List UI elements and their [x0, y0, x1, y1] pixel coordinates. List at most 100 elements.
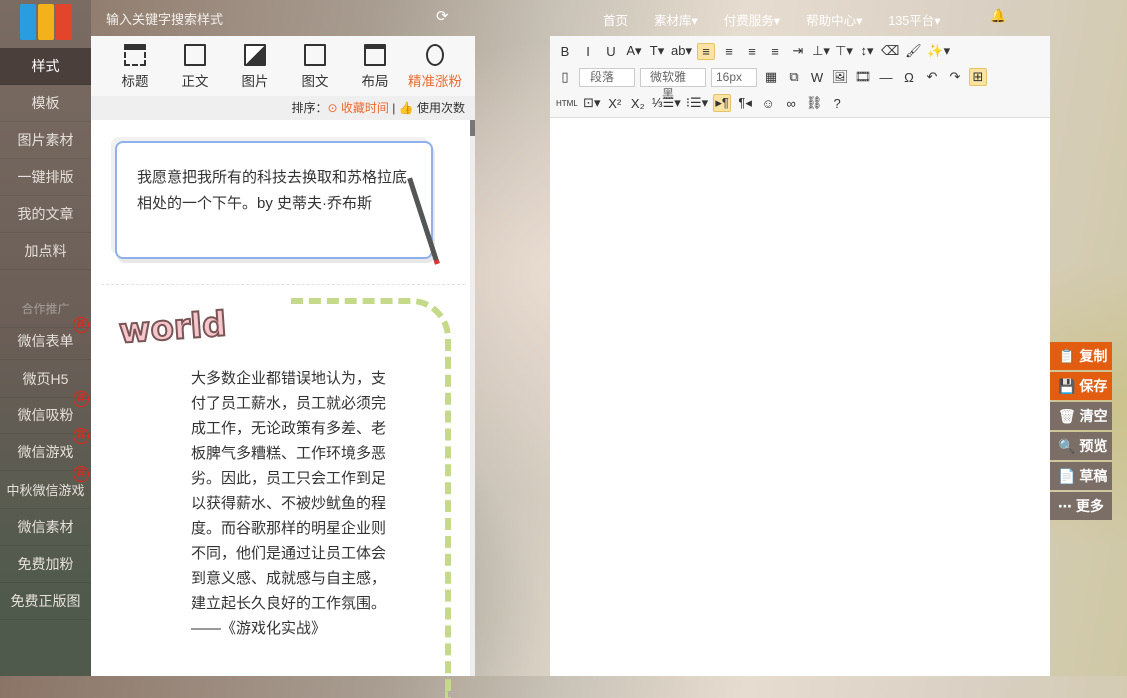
recommend-badge: 荐: [73, 466, 89, 482]
sidebar-item-free-images[interactable]: 免费正版图: [0, 583, 91, 620]
bell-icon[interactable]: 🔔: [990, 8, 1006, 24]
table-icon[interactable]: ▦: [762, 69, 780, 85]
sidebar: 样式 模板 图片素材 一键排版 我的文章 加点料 合作推广 微信表单荐 微页H5…: [0, 0, 91, 676]
top-bar: 输入关键字搜索样式 ⟳ 首页 素材库▾ 付费服务▾ 帮助中心▾ 135平台▾ 🔔: [91, 0, 1127, 36]
word-icon[interactable]: W: [808, 70, 826, 85]
unordered-list-icon[interactable]: ⁝☰▾: [686, 95, 708, 111]
sidebar-item-templates[interactable]: 模板: [0, 85, 91, 122]
top-nav: 首页 素材库▾ 付费服务▾ 帮助中心▾ 135平台▾: [603, 10, 967, 29]
magic-icon[interactable]: ✨▾: [927, 43, 950, 59]
ordered-list-icon[interactable]: ⅓☰▾: [652, 95, 681, 111]
bold-icon[interactable]: B: [556, 44, 574, 59]
sidebar-item-midautumn-games[interactable]: 中秋微信游戏荐: [0, 472, 91, 509]
preview-button[interactable]: 🔍 预览: [1050, 432, 1112, 460]
label: 布局: [362, 74, 389, 89]
paragraph-select[interactable]: 段落: [579, 68, 635, 87]
template-icon[interactable]: ⊡▾: [583, 95, 601, 111]
search-input[interactable]: 输入关键字搜索样式: [106, 9, 223, 28]
rtl-icon[interactable]: ¶◂: [736, 95, 754, 111]
sidebar-item-styles[interactable]: 样式: [0, 48, 91, 85]
style-card-article[interactable]: 大多数企业都错误地认为，支付了员工薪水，员工就必须完成工作，无论政策有多差、老板…: [191, 366, 391, 641]
sidebar-item-images[interactable]: 图片素材: [0, 122, 91, 159]
html-icon[interactable]: HTML: [556, 99, 578, 108]
scrollbar[interactable]: [470, 120, 475, 676]
tab-body[interactable]: 正文: [165, 36, 225, 96]
help-icon[interactable]: ?: [828, 96, 846, 111]
font-color-icon[interactable]: A▾: [625, 43, 643, 59]
image-text-icon: [304, 44, 326, 66]
sidebar-item-my-articles[interactable]: 我的文章: [0, 196, 91, 233]
emoji-icon[interactable]: ☺: [759, 96, 777, 111]
tab-layout[interactable]: 布局: [345, 36, 405, 96]
insert-frame-icon[interactable]: ⊞: [969, 68, 987, 86]
video-icon[interactable]: 🎞: [854, 69, 872, 85]
italic-icon[interactable]: I: [579, 44, 597, 59]
line-height-icon[interactable]: ↕▾: [858, 43, 876, 59]
link-icon[interactable]: ∞: [782, 96, 800, 111]
label: 微信素材: [18, 519, 74, 535]
font-size-select[interactable]: 16px: [711, 68, 757, 87]
insert-image-icon[interactable]: ⧉: [785, 69, 803, 85]
indent-icon[interactable]: ⇥: [789, 43, 807, 59]
align-center-icon[interactable]: ≡: [720, 44, 738, 59]
redo-icon[interactable]: ↷: [946, 69, 964, 85]
bg-color-icon[interactable]: T▾: [648, 43, 666, 59]
eraser-icon[interactable]: ⌫: [881, 43, 899, 59]
tab-title[interactable]: 标题: [105, 36, 165, 96]
underline-icon[interactable]: U: [602, 44, 620, 59]
divider: |: [389, 101, 399, 115]
copy-icon: 📋: [1058, 348, 1075, 364]
nav-platform[interactable]: 135平台▾: [888, 10, 940, 29]
sidebar-item-wechat-form[interactable]: 微信表单荐: [0, 323, 91, 360]
draft-button[interactable]: 📄 草稿: [1050, 462, 1112, 490]
sidebar-item-extras[interactable]: 加点料: [0, 233, 91, 270]
new-doc-icon[interactable]: ▯: [556, 69, 574, 85]
image-icon[interactable]: 🖼: [831, 69, 849, 85]
label: 精准涨粉: [408, 74, 462, 89]
sort-by-usage[interactable]: 👍 使用次数: [399, 101, 465, 115]
label: 清空: [1080, 408, 1108, 424]
nav-help[interactable]: 帮助中心▾: [806, 10, 862, 29]
recommend-badge: 荐: [73, 391, 89, 407]
label: 微信吸粉: [18, 407, 74, 423]
sidebar-item-games[interactable]: 微信游戏荐: [0, 434, 91, 471]
sidebar-item-one-click[interactable]: 一键排版: [0, 159, 91, 196]
align-left-icon[interactable]: ≡: [697, 43, 715, 60]
undo-icon[interactable]: ↶: [923, 69, 941, 85]
layout-icon: [364, 44, 386, 66]
divider: [101, 284, 465, 285]
format-brush-icon[interactable]: 🖌: [904, 43, 922, 59]
tab-image-text[interactable]: 图文: [285, 36, 345, 96]
label: 微页H5: [23, 371, 69, 387]
special-char-icon[interactable]: Ω: [900, 70, 918, 85]
more-button[interactable]: ⋯ 更多: [1050, 492, 1112, 520]
article-text: 大多数企业都错误地认为，支付了员工薪水，员工就必须完成工作，无论政策有多差、老板…: [191, 366, 391, 616]
ltr-icon[interactable]: ▸¶: [713, 94, 731, 112]
editor-content[interactable]: [550, 118, 1050, 674]
unlink-icon[interactable]: ⛓: [805, 95, 823, 111]
para-before-icon[interactable]: ⊥▾: [812, 43, 830, 59]
sidebar-item-free-fans[interactable]: 免费加粉: [0, 546, 91, 583]
superscript-icon[interactable]: X²: [606, 96, 624, 111]
align-right-icon[interactable]: ≡: [743, 44, 761, 59]
horizontal-rule-icon[interactable]: —: [877, 70, 895, 85]
tab-image[interactable]: 图片: [225, 36, 285, 96]
sidebar-item-materials[interactable]: 微信素材: [0, 509, 91, 546]
para-after-icon[interactable]: ⊤▾: [835, 43, 853, 59]
justify-icon[interactable]: ≡: [766, 44, 784, 59]
copy-button[interactable]: 📋 复制: [1050, 342, 1112, 370]
highlight-icon[interactable]: ab▾: [671, 43, 692, 59]
save-button[interactable]: 💾 保存: [1050, 372, 1112, 400]
style-card-quote[interactable]: 我愿意把我所有的科技去换取和苏格拉底相处的一个下午。by 史蒂夫·乔布斯: [115, 141, 433, 259]
clear-button[interactable]: 🗑 清空: [1050, 402, 1112, 430]
mascot-icon: [426, 44, 444, 66]
label: 复制: [1079, 348, 1107, 364]
nav-library[interactable]: 素材库▾: [654, 10, 698, 29]
nav-paid[interactable]: 付费服务▾: [724, 10, 780, 29]
font-select[interactable]: 微软雅黑: [640, 68, 706, 87]
sort-by-time[interactable]: ⊙ 收藏时间: [328, 101, 389, 115]
subscript-icon[interactable]: X₂: [629, 96, 647, 111]
tab-grow-fans[interactable]: 精准涨粉: [405, 36, 465, 96]
nav-home[interactable]: 首页: [603, 10, 628, 29]
refresh-icon[interactable]: ⟳: [436, 7, 449, 25]
